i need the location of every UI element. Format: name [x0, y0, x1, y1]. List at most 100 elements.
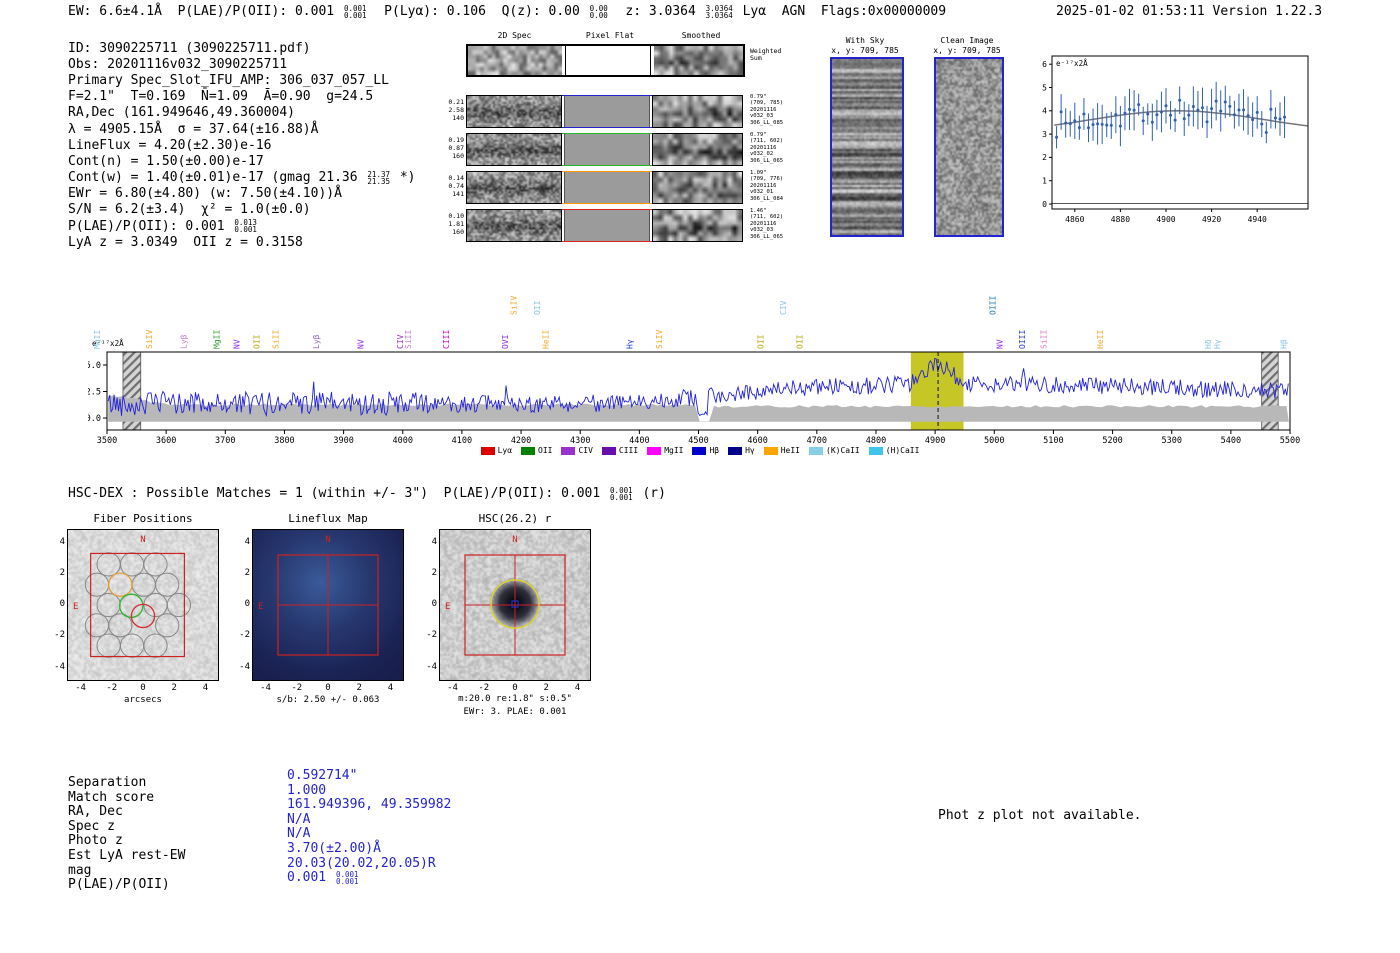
cutout-xtick: 0	[140, 683, 146, 693]
fiber-circle	[96, 552, 121, 577]
line-marker-label: SiII	[1039, 330, 1048, 349]
header-text: EW: 6.6±4.1Å P(LAE)/P(OII): 0.001	[68, 4, 342, 19]
fiber-circle-orange	[108, 572, 133, 597]
cutout-ytick: -2	[54, 630, 65, 641]
weighted-sum-smoothed-image	[654, 46, 743, 75]
match-value-text: N/A	[287, 811, 311, 827]
legend-swatch	[601, 446, 616, 455]
header-sub: 0.00	[589, 10, 608, 20]
svg-text:4900: 4900	[925, 436, 945, 446]
svg-text:4600: 4600	[747, 436, 767, 446]
spec2d-row-right-label: 306_LL_084	[750, 195, 784, 202]
lineflux-map-overlay: NE	[258, 535, 379, 656]
legend-swatch	[480, 446, 495, 455]
spec2d-row-left-label: 2.58	[448, 106, 464, 114]
spec2d-row-left-label: 141	[452, 190, 464, 198]
spec2d-row-left-label: 160	[452, 228, 464, 236]
match-table-value: 0.592714"	[287, 768, 357, 783]
info-text: Cont(w) = 1.40(±0.01)e-17 (gmag 21.36	[68, 170, 366, 186]
match-value-text: 161.949396, 49.359982	[287, 797, 452, 813]
info-line: P(LAE)/P(OII): 0.001 0.013 0.001	[68, 218, 415, 234]
hsc-caption-2: EWr: 3. PLAE: 0.001	[463, 707, 567, 717]
line-marker-label: SiIV	[509, 296, 518, 315]
legend-label: CIII	[618, 446, 639, 455]
match-table-value: 20.03(20.02,20.05)R	[287, 856, 436, 871]
spec2d-smoothed-image	[652, 171, 743, 204]
info-line: RA,Dec (161.949646,49.360004)	[68, 105, 415, 121]
match-table-value: 3.70(±2.00)Å	[287, 841, 381, 856]
cutout-xtick: 4	[202, 683, 209, 693]
cutout-xtick: 4	[387, 683, 394, 693]
svg-text:4860: 4860	[1065, 215, 1084, 224]
cutout-xtick: -2	[106, 683, 118, 693]
cutout-xtick: -2	[478, 683, 490, 693]
spec2d-col-label-2dspec: 2D Spec	[497, 31, 532, 40]
spec2d-row-images	[466, 95, 743, 128]
weighted-sum-flat-gap	[565, 46, 651, 75]
svg-text:4900: 4900	[1156, 215, 1175, 224]
legend-item: (H)CaII	[868, 446, 920, 455]
hsc-dex-heading: HSC-DEX : Possible Matches = 1 (within +…	[68, 486, 666, 501]
info-text: S/N = 6.2(±3.4) χ² = 1.0(±0.0)	[68, 202, 311, 218]
legend-label: (H)CaII	[885, 446, 920, 455]
match-value-text: 0.001	[287, 870, 334, 886]
spec2d-row-right-label: 306_LL_065	[750, 157, 784, 164]
match-table-label: Est LyA rest-EW	[68, 848, 186, 863]
spec2d-cutout-image	[466, 209, 562, 242]
svg-text:4940: 4940	[1248, 215, 1267, 224]
hsc-dex-fraction: 0.001 0.001	[610, 486, 633, 501]
cutout-xtick: -4	[75, 683, 86, 693]
info-fraction: 0.013 0.001	[234, 219, 257, 234]
match-value-text: 1.000	[287, 782, 327, 798]
match-table-value: 0.001 0.001 0.001	[287, 870, 361, 885]
match-value-sub: 0.001	[335, 876, 359, 886]
header-sub: 0.001	[343, 10, 367, 20]
line-marker-label: HeII	[1096, 330, 1105, 349]
fiber-circle	[143, 633, 168, 658]
match-table-label: mag	[68, 862, 92, 878]
weighted-sum-2d-image	[468, 46, 562, 75]
spec2d-row-right-label: 306_LL_065	[750, 233, 784, 240]
info-text: Obs: 20201116v032_3090225711	[68, 56, 288, 72]
legend-label: HeII	[780, 446, 800, 455]
match-value-text: 20.03(20.02,20.05)R	[287, 855, 436, 871]
match-value-fraction: 0.001 0.001	[335, 870, 359, 886]
legend-item: Lyα	[480, 446, 512, 455]
full-spectrum-plot: 3500 3600 3700 3800 3900 4000 4100 4200 4300 4400…	[88, 296, 1300, 446]
spec2d-row-right-label: 306_LL_085	[750, 119, 784, 126]
cutout-xtick: 0	[512, 683, 518, 693]
info-text: LineFlux = 4.20(±2.30)e-16	[68, 137, 272, 153]
svg-text:5.0: 5.0	[88, 361, 101, 371]
lineflux-map-title: Lineflux Map	[288, 512, 368, 525]
legend-item: Hγ	[728, 446, 755, 455]
cutout-ytick: 0	[59, 599, 65, 609]
cutout-ytick: 4	[431, 536, 437, 547]
header-text: P(Lyα): 0.106 Q(z): 0.00	[368, 4, 588, 19]
line-marker-label: SiIV	[145, 330, 154, 349]
info-line: Cont(w) = 1.40(±0.01)e-17 (gmag 21.36 21…	[68, 170, 415, 186]
svg-text:4700: 4700	[807, 436, 827, 446]
svg-text:3: 3	[1042, 130, 1047, 139]
spec2d-row-left-labels: 0.10 1.81 160	[436, 212, 464, 236]
spec2d-col-label-smoothed: Smoothed	[681, 31, 721, 40]
hsc-dex-text: HSC-DEX : Possible Matches = 1 (within +…	[68, 486, 609, 501]
spec2d-col-label-pixelflat: Pixel Flat	[585, 31, 635, 40]
weighted-sum-label-line2: Sum	[750, 54, 762, 62]
header-text: Lyα AGN Flags:0x00000009	[734, 4, 947, 19]
photz-notice: Phot z plot not available.	[938, 808, 1142, 823]
svg-text:4100: 4100	[452, 436, 472, 446]
header-text: z: 3.0364	[609, 4, 704, 19]
svg-text:0: 0	[1042, 200, 1047, 209]
spec2d-row-right-labels: 0.79" (709, 785) 20201116 v032_03 306_LL_085	[750, 94, 798, 126]
svg-text:3900: 3900	[333, 436, 353, 446]
withsky-title: With Sky	[845, 36, 885, 45]
fiber-circle	[96, 592, 121, 618]
cutout-xtick: 2	[543, 683, 549, 693]
spec2d-row-images	[466, 133, 743, 166]
legend-label: MgII	[664, 446, 684, 455]
legend-swatch	[647, 446, 662, 455]
match-table-label: Match score	[68, 789, 155, 805]
line-marker-label: Hβ	[1280, 339, 1289, 349]
cutout-ytick: 4	[244, 536, 250, 547]
spec2d-row-images	[466, 171, 743, 204]
